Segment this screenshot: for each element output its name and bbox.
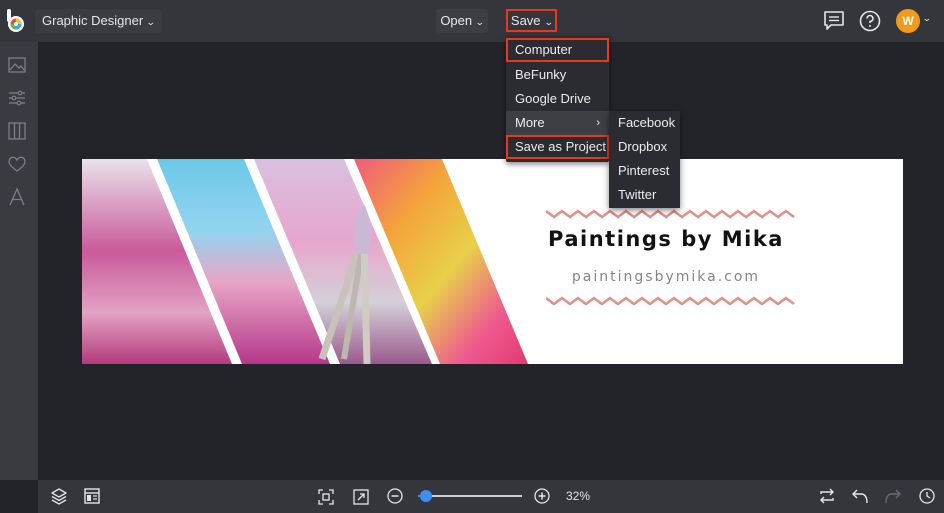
design-canvas[interactable]: Paintings by Mika paintingsbymika.com: [82, 159, 903, 364]
more-submenu: Facebook Dropbox Pinterest Twitter: [609, 111, 680, 208]
submenu-item-dropbox[interactable]: Dropbox: [609, 135, 680, 159]
fit-to-screen-icon[interactable]: [317, 488, 335, 506]
history-icon[interactable]: [918, 487, 936, 505]
layouts-icon[interactable]: [7, 121, 27, 141]
layers-icon[interactable]: [50, 487, 68, 505]
save-menu: Computer BeFunky Google Drive More › Sav…: [506, 36, 609, 162]
open-button-label: Open: [440, 13, 473, 28]
befunky-logo-icon[interactable]: [5, 9, 27, 33]
redo-icon[interactable]: [884, 487, 902, 505]
chevron-down-icon: ⌄: [543, 17, 554, 27]
menu-item-google-drive[interactable]: Google Drive: [506, 87, 609, 111]
chevron-down-icon[interactable]: ⌄: [922, 13, 932, 24]
adjust-sliders-icon[interactable]: [7, 88, 27, 108]
menu-item-more[interactable]: More ›: [506, 111, 609, 135]
chevron-down-icon: ⌄: [474, 17, 485, 27]
menu-item-computer[interactable]: Computer: [506, 38, 609, 62]
save-button-label: Save: [510, 13, 541, 28]
undo-icon[interactable]: [851, 487, 869, 505]
submenu-item-facebook[interactable]: Facebook: [609, 111, 680, 135]
save-button[interactable]: Save ⌄: [506, 9, 557, 32]
left-sidebar: [0, 42, 38, 480]
chevron-right-icon: ›: [596, 117, 600, 129]
zigzag-divider-top: [546, 209, 795, 219]
layout-icon[interactable]: [83, 487, 101, 505]
zoom-out-icon[interactable]: [386, 487, 404, 505]
menu-item-save-as-project[interactable]: Save as Project: [506, 135, 609, 159]
zoom-level-label: 32%: [566, 489, 591, 503]
favorites-heart-icon[interactable]: [7, 154, 27, 174]
banner-title: Paintings by Mika: [548, 227, 784, 251]
painted-stripes-image: [82, 159, 528, 364]
text-icon[interactable]: [7, 187, 27, 207]
actual-size-icon[interactable]: [352, 488, 370, 506]
app-switcher-label: Graphic Designer: [42, 13, 144, 28]
zigzag-divider-bottom: [546, 296, 795, 306]
user-avatar[interactable]: W: [896, 9, 920, 33]
menu-item-befunky[interactable]: BeFunky: [506, 63, 609, 87]
zoom-slider-track[interactable]: [418, 495, 522, 497]
zoom-in-icon[interactable]: [533, 487, 551, 505]
comments-icon[interactable]: [822, 9, 846, 33]
chevron-down-icon: ⌄: [146, 17, 156, 27]
banner-url: paintingsbymika.com: [571, 269, 761, 285]
top-bar: Graphic Designer ⌄ Open ⌄ Save ⌄ W ⌄: [0, 0, 944, 42]
swap-icon[interactable]: [818, 487, 836, 505]
open-button[interactable]: Open ⌄: [436, 9, 488, 33]
app-switcher-dropdown[interactable]: Graphic Designer ⌄: [35, 9, 162, 33]
submenu-item-pinterest[interactable]: Pinterest: [609, 159, 680, 183]
menu-item-more-label: More: [515, 115, 545, 130]
submenu-item-twitter[interactable]: Twitter: [609, 183, 680, 207]
help-icon[interactable]: [858, 9, 882, 33]
image-manager-icon[interactable]: [7, 55, 27, 75]
